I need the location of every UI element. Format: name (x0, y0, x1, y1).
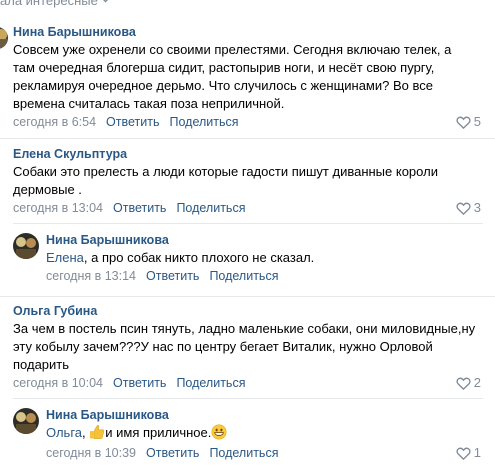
divider (0, 296, 495, 297)
comment-text: Совсем уже охренели со своими прелестями… (13, 42, 452, 111)
reply-button[interactable]: Ответить (146, 269, 199, 283)
grinning-emoji-icon (211, 424, 227, 440)
heart-outline-icon (456, 447, 471, 460)
share-button[interactable]: Поделиться (176, 201, 245, 215)
comment-meta: сегодня в 6:54 Ответить Поделиться (13, 114, 239, 130)
comment-time[interactable]: сегодня в 10:04 (13, 376, 103, 390)
avatar[interactable] (0, 27, 8, 49)
comment-author[interactable]: Нина Барышникова (13, 25, 136, 40)
comment-time[interactable]: сегодня в 13:04 (13, 201, 103, 215)
comment-meta: сегодня в 13:14 Ответить Поделиться (46, 268, 278, 284)
reply-button[interactable]: Ответить (146, 446, 199, 460)
share-button[interactable]: Поделиться (176, 376, 245, 390)
comment-text-body: , (82, 425, 90, 440)
share-button[interactable]: Поделиться (169, 115, 238, 129)
reply-button[interactable]: Ответить (113, 376, 166, 390)
comment-author[interactable]: Елена Скульптура (13, 147, 127, 162)
comment-text-body-2: и имя приличное. (105, 425, 212, 440)
like-button[interactable]: 2 (456, 375, 481, 391)
heart-outline-icon (456, 202, 471, 215)
comment-text: За чем в постель псин тянуть, ладно мале… (13, 321, 476, 372)
share-button[interactable]: Поделиться (209, 446, 278, 460)
comment-time[interactable]: сегодня в 10:39 (46, 446, 136, 460)
sort-label[interactable]: ала интересные (0, 0, 110, 9)
like-button[interactable]: 3 (456, 200, 481, 216)
avatar-image-icon (13, 233, 39, 259)
comment-text: Ольга, и имя приличное. (46, 424, 476, 442)
comment-meta: сегодня в 10:04 Ответить Поделиться (13, 375, 245, 391)
avatar[interactable] (13, 408, 39, 434)
divider (0, 138, 495, 139)
heart-outline-icon (456, 116, 471, 129)
comment-meta: сегодня в 10:39 Ответить Поделиться (46, 445, 278, 461)
reply-button[interactable]: Ответить (113, 201, 166, 215)
reply-button[interactable]: Ответить (106, 115, 159, 129)
avatar[interactable] (13, 233, 39, 259)
like-button[interactable]: 5 (456, 114, 481, 130)
mention-link[interactable]: Елена (46, 250, 84, 265)
comment-time[interactable]: сегодня в 6:54 (13, 115, 96, 129)
comment-author[interactable]: Нина Барышникова (46, 408, 169, 423)
avatar-image-icon (13, 408, 39, 434)
divider (13, 398, 483, 399)
chevron-down-icon (102, 0, 108, 3)
comment-text: Собаки это прелесть а люди которые гадос… (13, 164, 438, 197)
heart-outline-icon (456, 377, 471, 390)
like-button[interactable]: 1 (456, 445, 481, 461)
thumbs-up-emoji-icon (90, 425, 105, 439)
avatar-image-icon (0, 27, 8, 49)
comment-text: Елена, а про собак никто плохого не сказ… (46, 249, 476, 267)
sort-label-text: ала интересные (0, 0, 98, 8)
like-count: 1 (473, 445, 481, 460)
divider (13, 223, 483, 224)
comment-meta: сегодня в 13:04 Ответить Поделиться (13, 200, 245, 216)
comment-time[interactable]: сегодня в 13:14 (46, 269, 136, 283)
comment-author[interactable]: Нина Барышникова (46, 233, 169, 248)
like-count: 5 (473, 114, 481, 129)
mention-link[interactable]: Ольга (46, 425, 82, 440)
like-count: 3 (473, 200, 481, 215)
comment-author[interactable]: Ольга Губина (13, 304, 97, 319)
comment-text-body: , а про собак никто плохого не сказал. (83, 250, 315, 265)
like-count: 2 (473, 375, 481, 390)
share-button[interactable]: Поделиться (209, 269, 278, 283)
